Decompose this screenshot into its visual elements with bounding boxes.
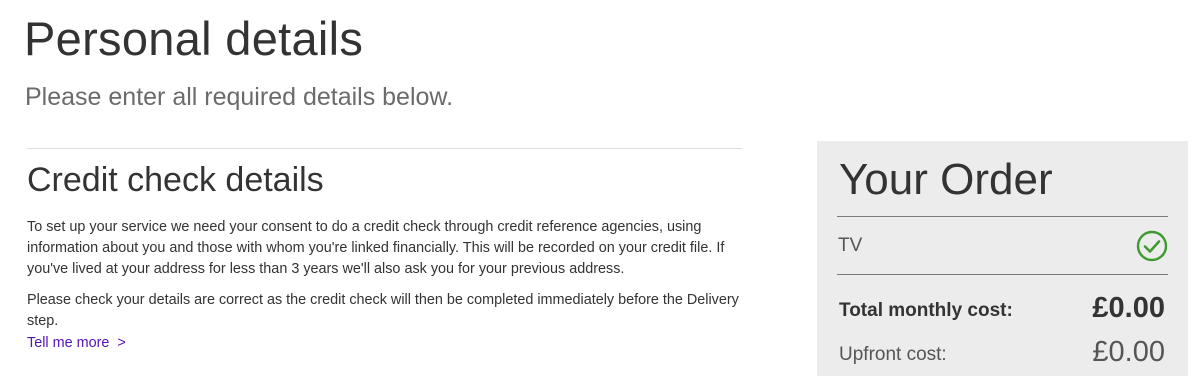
total-monthly-cost-label: Total monthly cost: [839,300,1013,321]
check-details-paragraph: Please check your details are correct as… [27,292,739,329]
credit-check-section: Credit check details To set up your serv… [27,148,742,354]
order-summary-panel: Your Order TV Total monthly cost: £0.00 … [817,141,1188,376]
section-title: Credit check details [27,161,324,199]
tell-me-more-label: Tell me more [27,335,110,351]
order-divider [837,274,1168,275]
tell-me-more-link[interactable]: Tell me more > [27,332,126,354]
check-circle-icon [1136,230,1168,262]
total-monthly-cost-value: £0.00 [1092,292,1165,324]
consent-paragraph: To set up your service we need your cons… [27,219,725,277]
section-divider [27,148,742,149]
page-title: Personal details [24,12,364,65]
order-divider [837,216,1168,217]
order-item-tv: TV [838,235,863,256]
page-subtitle: Please enter all required details below. [25,83,454,111]
order-title: Your Order [839,155,1053,204]
chevron-right-icon: > [117,335,126,351]
upfront-cost-value: £0.00 [1092,336,1165,368]
upfront-cost-label: Upfront cost: [839,344,947,365]
